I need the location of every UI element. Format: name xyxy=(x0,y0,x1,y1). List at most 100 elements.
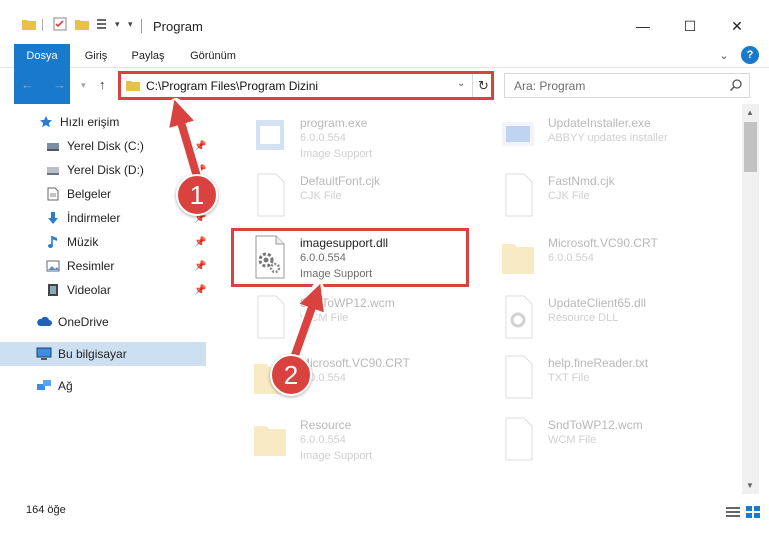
file-item[interactable]: UpdateClient65.dll Resource DLL xyxy=(478,288,718,348)
sidebar-item-videos[interactable]: Videolar 📌 xyxy=(0,278,206,302)
file-icon xyxy=(498,416,538,462)
file-version: 6.0.0.554 xyxy=(548,252,594,264)
computer-icon xyxy=(36,346,52,362)
ribbon-expand-icon[interactable]: ⌄ xyxy=(716,44,732,68)
sidebar-item-music[interactable]: Müzik 📌 xyxy=(0,230,206,254)
file-version: 6.0.0.554 xyxy=(300,252,346,264)
properties-icon[interactable] xyxy=(53,16,67,32)
sidebar-item-drive-d[interactable]: Yerel Disk (D:) 📌 xyxy=(0,158,206,182)
file-list: program.exe 6.0.0.554 Image Support Upda… xyxy=(210,104,742,494)
ribbon-tabs: Dosya Giriş Paylaş Görünüm ⌄ ? xyxy=(0,40,769,104)
file-type: CJK File xyxy=(300,190,342,202)
file-type: CJK File xyxy=(548,190,590,202)
qa-chevron-icon[interactable]: ▾ xyxy=(128,16,133,32)
search-input[interactable]: Ara: Program xyxy=(514,79,585,93)
file-version: 6.0.0.554 xyxy=(300,434,346,446)
pin-icon[interactable]: 📌 xyxy=(194,141,206,152)
sidebar-item-label: Yerel Disk (D:) xyxy=(67,163,144,177)
sidebar-item-label: Müzik xyxy=(67,235,99,249)
file-item[interactable]: Resource 6.0.0.554 Image Support xyxy=(230,410,470,470)
back-arrow-icon[interactable]: ← xyxy=(21,77,34,92)
search-icon[interactable] xyxy=(729,78,743,95)
refresh-icon[interactable]: ↻ xyxy=(472,74,494,97)
pin-icon[interactable]: 📌 xyxy=(194,237,206,248)
address-path[interactable]: C:\Program Files\Program Dizini xyxy=(146,79,318,93)
scroll-up-icon[interactable]: ▲ xyxy=(746,108,754,117)
sidebar-item-label: İndirmeler xyxy=(67,211,121,225)
title-bar: ▾ ▾ Program — ☐ ✕ xyxy=(0,0,769,40)
file-item[interactable]: UpdateInstaller.exe ABBYY updates instal… xyxy=(478,108,718,168)
file-item[interactable]: Microsoft.VC90.CRT 6.0.0.554 xyxy=(478,228,718,288)
address-dropdown-icon[interactable]: ⌄ xyxy=(457,78,465,89)
tab-share[interactable]: Paylaş xyxy=(128,44,168,68)
film-icon xyxy=(45,282,61,298)
address-bar[interactable]: C:\Program Files\Program Dizini ⌄ ↻ xyxy=(119,73,493,98)
sidebar-item-label: OneDrive xyxy=(58,315,109,329)
file-item[interactable]: SndToWP12.wcm WCM File xyxy=(230,288,470,348)
search-box[interactable]: Ara: Program xyxy=(504,73,750,98)
window-title: Program xyxy=(153,19,203,34)
step-badge-1: 1 xyxy=(176,174,218,216)
help-icon[interactable]: ? xyxy=(741,46,759,64)
file-name: UpdateInstaller.exe xyxy=(548,116,651,130)
forward-arrow-icon[interactable]: → xyxy=(53,77,66,92)
file-item[interactable]: help.fineReader.txt TXT File xyxy=(478,348,718,408)
sidebar-item-pictures[interactable]: Resimler 📌 xyxy=(0,254,206,278)
network-icon xyxy=(36,378,52,394)
download-arrow-icon xyxy=(45,210,61,226)
file-item[interactable]: DefaultFont.cjk CJK File xyxy=(230,166,470,226)
file-item-imagesupport-dll[interactable]: imagesupport.dll 6.0.0.554 Image Support xyxy=(230,228,470,288)
folder-icon xyxy=(250,416,290,462)
file-type: Resource DLL xyxy=(548,312,619,324)
pin-icon[interactable]: 📌 xyxy=(194,261,206,272)
file-name: Microsoft.VC90.CRT xyxy=(300,356,410,370)
file-description: Image Support xyxy=(300,450,373,462)
file-name: SndToWP12.wcm xyxy=(300,296,395,310)
file-version: 6.0.0.554 xyxy=(300,132,346,144)
dll-gear-icon xyxy=(250,234,290,280)
sidebar-item-onedrive[interactable]: OneDrive xyxy=(0,310,206,334)
file-description: Image Support xyxy=(300,148,373,160)
file-item[interactable]: SndToWP12.wcm WCM File xyxy=(478,410,718,470)
drive-icon xyxy=(45,138,61,154)
file-item[interactable]: program.exe 6.0.0.554 Image Support xyxy=(230,108,470,168)
navigation-pane: Hızlı erişim Yerel Disk (C:) 📌 Yerel Dis… xyxy=(0,104,210,494)
status-bar: 164 öğe xyxy=(0,494,769,533)
scroll-down-icon[interactable]: ▼ xyxy=(746,481,754,490)
tab-view[interactable]: Görünüm xyxy=(185,44,241,68)
maximize-button[interactable]: ☐ xyxy=(667,12,713,40)
file-name: Resource xyxy=(300,418,352,432)
sidebar-item-network[interactable]: Ağ xyxy=(0,374,206,398)
tab-home[interactable]: Giriş xyxy=(78,44,114,68)
step-badge-2: 2 xyxy=(270,354,312,396)
vertical-scrollbar[interactable]: ▲ ▼ xyxy=(742,104,759,494)
new-folder-icon[interactable] xyxy=(75,16,89,32)
recent-locations-icon[interactable]: ▾ xyxy=(81,80,86,91)
sidebar-item-this-pc[interactable]: Bu bilgisayar xyxy=(0,342,206,366)
item-count: 164 öğe xyxy=(26,504,66,516)
customize-dropdown-icon[interactable]: ▾ xyxy=(115,16,120,32)
file-type: WCM File xyxy=(300,312,349,324)
file-item[interactable]: FastNmd.cjk CJK File xyxy=(478,166,718,226)
file-name: FastNmd.cjk xyxy=(548,174,615,188)
close-button[interactable]: ✕ xyxy=(714,12,760,40)
file-item[interactable]: Microsoft.VC90.CRT 6.0.0.554 xyxy=(230,348,470,408)
customize-icon[interactable] xyxy=(96,16,110,32)
sidebar-item-label: Yerel Disk (C:) xyxy=(67,139,144,153)
sidebar-item-quick-access[interactable]: Hızlı erişim xyxy=(0,110,206,134)
up-arrow-icon[interactable]: ↑ xyxy=(99,77,106,92)
tiles-view-icon[interactable] xyxy=(746,506,760,518)
file-name: program.exe xyxy=(300,116,368,130)
sidebar-item-drive-c[interactable]: Yerel Disk (C:) 📌 xyxy=(0,134,206,158)
sidebar-item-downloads[interactable]: İndirmeler 📌 xyxy=(0,206,206,230)
music-note-icon xyxy=(45,234,61,250)
minimize-button[interactable]: — xyxy=(620,12,666,40)
title-separator xyxy=(141,19,142,33)
drive-icon xyxy=(45,162,61,178)
installer-icon xyxy=(498,114,538,160)
pin-icon[interactable]: 📌 xyxy=(194,285,206,296)
file-name: imagesupport.dll xyxy=(300,236,389,250)
details-view-icon[interactable] xyxy=(726,506,740,518)
scroll-thumb[interactable] xyxy=(744,122,757,172)
folder-icon xyxy=(126,78,140,95)
